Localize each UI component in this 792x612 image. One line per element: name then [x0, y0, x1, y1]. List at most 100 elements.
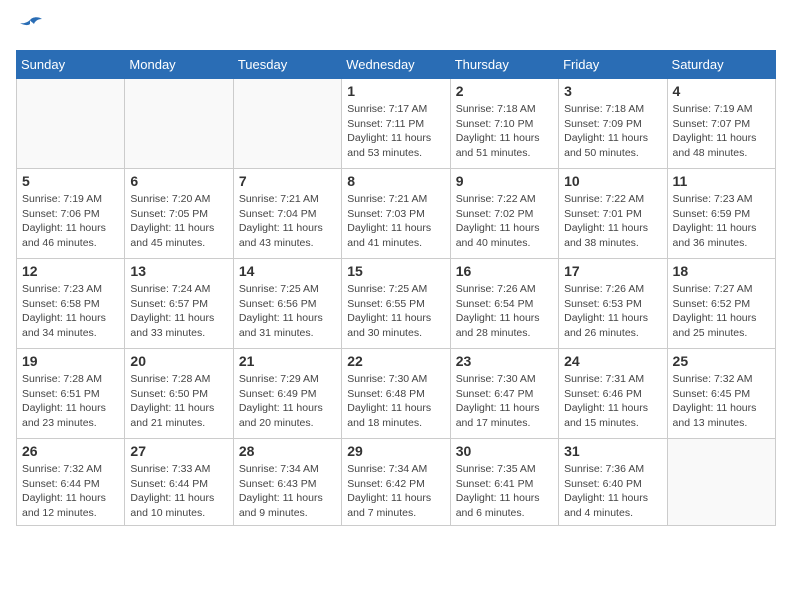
calendar-week-row: 12 Sunrise: 7:23 AM Sunset: 6:58 PM Dayli… [17, 259, 776, 349]
calendar-cell: 18 Sunrise: 7:27 AM Sunset: 6:52 PM Dayli… [667, 259, 775, 349]
calendar-cell: 11 Sunrise: 7:23 AM Sunset: 6:59 PM Dayli… [667, 169, 775, 259]
day-number: 21 [239, 353, 336, 369]
column-header-sunday: Sunday [17, 51, 125, 79]
calendar-header-row: SundayMondayTuesdayWednesdayThursdayFrid… [17, 51, 776, 79]
day-number: 22 [347, 353, 444, 369]
calendar-cell: 5Sunrise: 7:19 AM Sunset: 7:06 PM Daylig… [17, 169, 125, 259]
day-info: Sunrise: 7:28 AM Sunset: 6:50 PM Dayligh… [130, 372, 227, 431]
day-info: Sunrise: 7:24 AM Sunset: 6:57 PM Dayligh… [130, 282, 227, 341]
day-info: Sunrise: 7:23 AM Sunset: 6:58 PM Dayligh… [22, 282, 119, 341]
day-info: Sunrise: 7:19 AM Sunset: 7:07 PM Dayligh… [673, 102, 770, 161]
calendar-cell [233, 79, 341, 169]
calendar-week-row: 19 Sunrise: 7:28 AM Sunset: 6:51 PM Dayli… [17, 349, 776, 439]
day-info: Sunrise: 7:34 AM Sunset: 6:43 PM Dayligh… [239, 462, 336, 521]
calendar-cell: 19 Sunrise: 7:28 AM Sunset: 6:51 PM Dayli… [17, 349, 125, 439]
day-number: 7 [239, 173, 336, 189]
day-number: 11 [673, 173, 770, 189]
logo-icon [16, 16, 44, 38]
day-number: 3 [564, 83, 661, 99]
day-number: 19 [22, 353, 119, 369]
day-number: 12 [22, 263, 119, 279]
calendar-cell: 4 Sunrise: 7:19 AM Sunset: 7:07 PM Daylig… [667, 79, 775, 169]
calendar-cell [17, 79, 125, 169]
day-number: 8 [347, 173, 444, 189]
day-info: Sunrise: 7:23 AM Sunset: 6:59 PM Dayligh… [673, 192, 770, 251]
day-number: 13 [130, 263, 227, 279]
column-header-thursday: Thursday [450, 51, 558, 79]
calendar-week-row: 5Sunrise: 7:19 AM Sunset: 7:06 PM Daylig… [17, 169, 776, 259]
calendar-cell: 3 Sunrise: 7:18 AM Sunset: 7:09 PM Daylig… [559, 79, 667, 169]
day-info: Sunrise: 7:22 AM Sunset: 7:01 PM Dayligh… [564, 192, 661, 251]
calendar-cell: 13 Sunrise: 7:24 AM Sunset: 6:57 PM Dayli… [125, 259, 233, 349]
column-header-monday: Monday [125, 51, 233, 79]
day-info: Sunrise: 7:21 AM Sunset: 7:04 PM Dayligh… [239, 192, 336, 251]
calendar-cell: 16 Sunrise: 7:26 AM Sunset: 6:54 PM Dayli… [450, 259, 558, 349]
calendar-cell: 31 Sunrise: 7:36 AM Sunset: 6:40 PM Dayli… [559, 439, 667, 526]
day-number: 15 [347, 263, 444, 279]
calendar-cell: 24 Sunrise: 7:31 AM Sunset: 6:46 PM Dayli… [559, 349, 667, 439]
day-number: 16 [456, 263, 553, 279]
day-info: Sunrise: 7:35 AM Sunset: 6:41 PM Dayligh… [456, 462, 553, 521]
day-number: 28 [239, 443, 336, 459]
day-number: 30 [456, 443, 553, 459]
calendar-cell: 15Sunrise: 7:25 AM Sunset: 6:55 PM Dayli… [342, 259, 450, 349]
day-number: 17 [564, 263, 661, 279]
logo [16, 16, 48, 38]
day-number: 6 [130, 173, 227, 189]
calendar-cell: 12 Sunrise: 7:23 AM Sunset: 6:58 PM Dayli… [17, 259, 125, 349]
day-number: 27 [130, 443, 227, 459]
day-number: 18 [673, 263, 770, 279]
day-info: Sunrise: 7:36 AM Sunset: 6:40 PM Dayligh… [564, 462, 661, 521]
day-info: Sunrise: 7:29 AM Sunset: 6:49 PM Dayligh… [239, 372, 336, 431]
day-info: Sunrise: 7:32 AM Sunset: 6:44 PM Dayligh… [22, 462, 119, 521]
day-number: 2 [456, 83, 553, 99]
calendar-cell: 17Sunrise: 7:26 AM Sunset: 6:53 PM Dayli… [559, 259, 667, 349]
calendar-cell: 6 Sunrise: 7:20 AM Sunset: 7:05 PM Daylig… [125, 169, 233, 259]
day-info: Sunrise: 7:18 AM Sunset: 7:10 PM Dayligh… [456, 102, 553, 161]
calendar-cell: 22 Sunrise: 7:30 AM Sunset: 6:48 PM Dayli… [342, 349, 450, 439]
day-info: Sunrise: 7:22 AM Sunset: 7:02 PM Dayligh… [456, 192, 553, 251]
day-number: 14 [239, 263, 336, 279]
day-number: 25 [673, 353, 770, 369]
day-info: Sunrise: 7:28 AM Sunset: 6:51 PM Dayligh… [22, 372, 119, 431]
calendar-cell [667, 439, 775, 526]
calendar-cell: 2 Sunrise: 7:18 AM Sunset: 7:10 PM Daylig… [450, 79, 558, 169]
calendar-cell: 21 Sunrise: 7:29 AM Sunset: 6:49 PM Dayli… [233, 349, 341, 439]
column-header-saturday: Saturday [667, 51, 775, 79]
day-number: 10 [564, 173, 661, 189]
calendar-cell: 29Sunrise: 7:34 AM Sunset: 6:42 PM Dayli… [342, 439, 450, 526]
day-info: Sunrise: 7:27 AM Sunset: 6:52 PM Dayligh… [673, 282, 770, 341]
day-info: Sunrise: 7:19 AM Sunset: 7:06 PM Dayligh… [22, 192, 119, 251]
calendar-cell: 8 Sunrise: 7:21 AM Sunset: 7:03 PM Daylig… [342, 169, 450, 259]
page-header [16, 16, 776, 38]
calendar-week-row: 1 Sunrise: 7:17 AM Sunset: 7:11 PM Daylig… [17, 79, 776, 169]
day-number: 23 [456, 353, 553, 369]
calendar-week-row: 26Sunrise: 7:32 AM Sunset: 6:44 PM Dayli… [17, 439, 776, 526]
day-info: Sunrise: 7:17 AM Sunset: 7:11 PM Dayligh… [347, 102, 444, 161]
day-number: 1 [347, 83, 444, 99]
calendar-cell: 9Sunrise: 7:22 AM Sunset: 7:02 PM Daylig… [450, 169, 558, 259]
calendar-table: SundayMondayTuesdayWednesdayThursdayFrid… [16, 50, 776, 526]
day-info: Sunrise: 7:20 AM Sunset: 7:05 PM Dayligh… [130, 192, 227, 251]
day-info: Sunrise: 7:31 AM Sunset: 6:46 PM Dayligh… [564, 372, 661, 431]
calendar-cell: 25 Sunrise: 7:32 AM Sunset: 6:45 PM Dayli… [667, 349, 775, 439]
day-info: Sunrise: 7:21 AM Sunset: 7:03 PM Dayligh… [347, 192, 444, 251]
day-info: Sunrise: 7:18 AM Sunset: 7:09 PM Dayligh… [564, 102, 661, 161]
day-number: 20 [130, 353, 227, 369]
column-header-tuesday: Tuesday [233, 51, 341, 79]
day-number: 31 [564, 443, 661, 459]
calendar-cell: 20 Sunrise: 7:28 AM Sunset: 6:50 PM Dayli… [125, 349, 233, 439]
day-info: Sunrise: 7:32 AM Sunset: 6:45 PM Dayligh… [673, 372, 770, 431]
calendar-cell: 28 Sunrise: 7:34 AM Sunset: 6:43 PM Dayli… [233, 439, 341, 526]
day-number: 29 [347, 443, 444, 459]
day-info: Sunrise: 7:30 AM Sunset: 6:48 PM Dayligh… [347, 372, 444, 431]
day-info: Sunrise: 7:30 AM Sunset: 6:47 PM Dayligh… [456, 372, 553, 431]
day-info: Sunrise: 7:26 AM Sunset: 6:54 PM Dayligh… [456, 282, 553, 341]
column-header-wednesday: Wednesday [342, 51, 450, 79]
calendar-cell: 23 Sunrise: 7:30 AM Sunset: 6:47 PM Dayli… [450, 349, 558, 439]
day-number: 4 [673, 83, 770, 99]
calendar-cell: 26Sunrise: 7:32 AM Sunset: 6:44 PM Dayli… [17, 439, 125, 526]
calendar-cell: 10 Sunrise: 7:22 AM Sunset: 7:01 PM Dayli… [559, 169, 667, 259]
calendar-cell [125, 79, 233, 169]
day-number: 24 [564, 353, 661, 369]
